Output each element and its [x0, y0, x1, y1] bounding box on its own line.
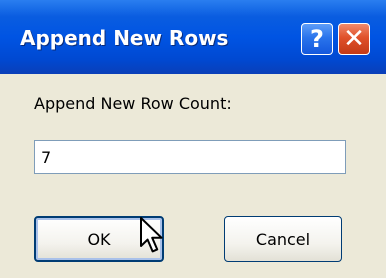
cancel-button[interactable]: Cancel: [224, 216, 342, 262]
append-new-rows-dialog: Append New Rows ? ✕ Append New Row Count…: [0, 0, 386, 278]
help-button[interactable]: ?: [301, 23, 333, 55]
dialog-body: Append New Row Count: OK Cancel: [0, 74, 386, 278]
help-icon: ?: [310, 25, 324, 53]
close-button[interactable]: ✕: [338, 23, 370, 55]
close-icon: ✕: [343, 24, 365, 54]
ok-button[interactable]: OK: [34, 216, 164, 262]
ok-button-label: OK: [87, 229, 111, 249]
row-count-label: Append New Row Count:: [34, 94, 232, 113]
title-bar[interactable]: Append New Rows ? ✕: [0, 0, 386, 74]
window-title: Append New Rows: [20, 26, 229, 50]
cancel-button-label: Cancel: [255, 229, 311, 249]
row-count-input[interactable]: [34, 140, 346, 174]
